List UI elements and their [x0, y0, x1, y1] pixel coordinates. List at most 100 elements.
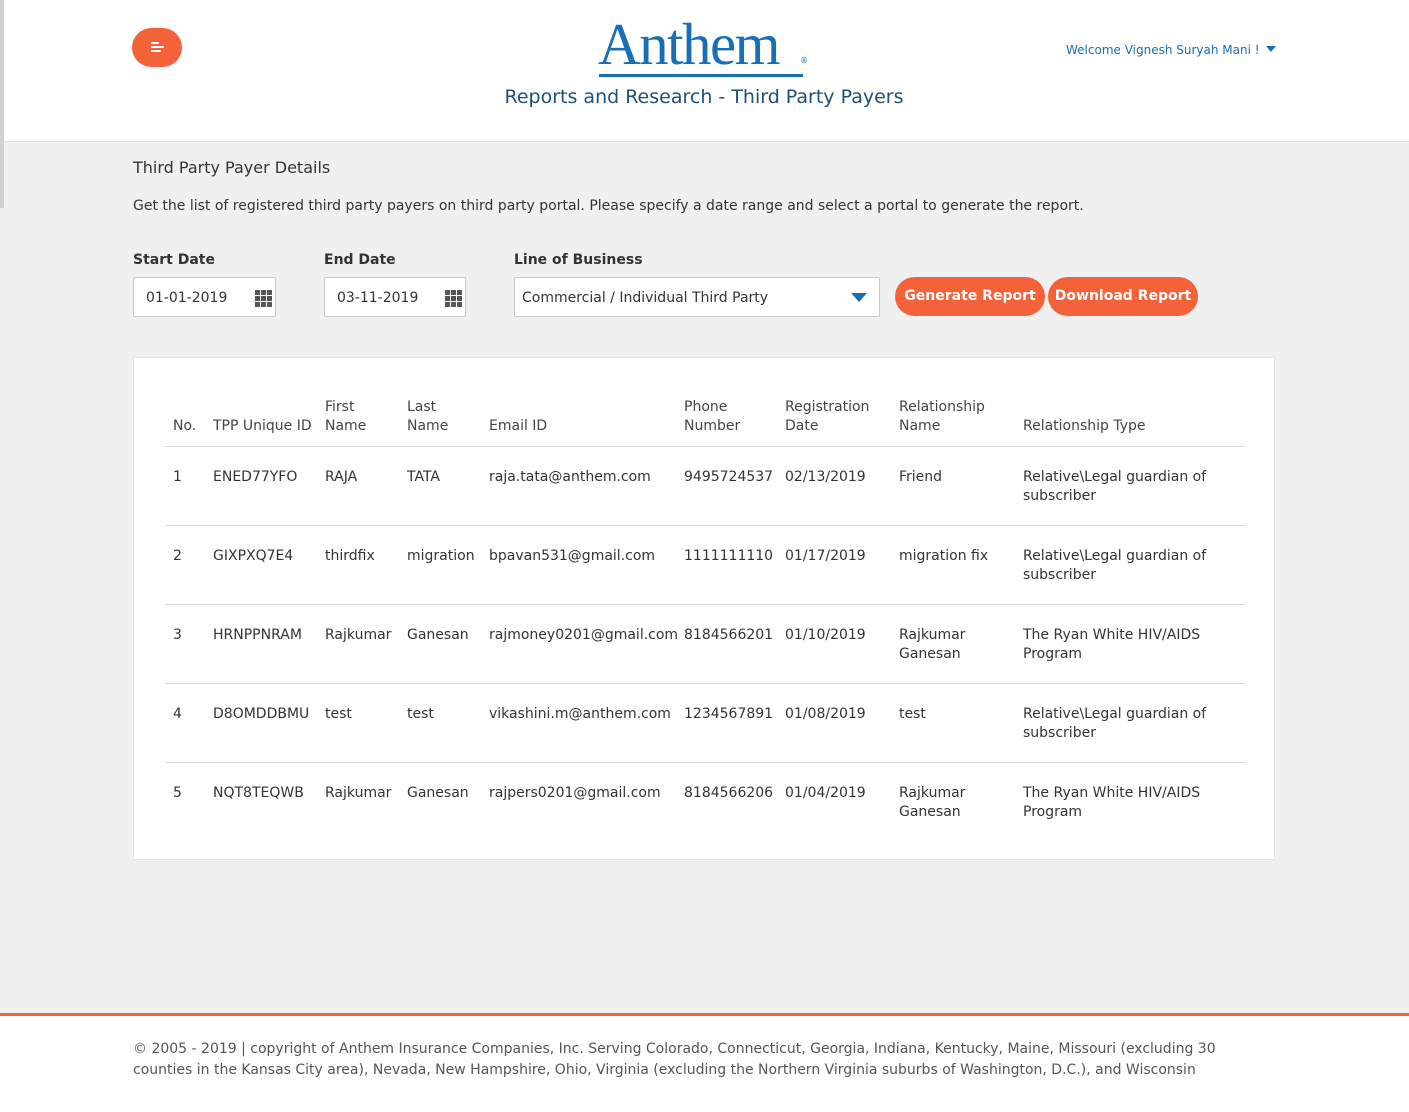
cell-rel-type-line-1: Relative\Legal guardian of — [1023, 469, 1207, 485]
section-title: Third Party Payer Details — [133, 158, 331, 177]
cell-last-name: migration — [407, 548, 475, 564]
table-divider — [165, 604, 1245, 605]
report-table: No. TPP Unique ID First Name Last Name Email I… — [133, 357, 1275, 860]
cell-first-name: thirdfix — [325, 548, 375, 564]
table-divider — [165, 525, 1245, 526]
cell-rel-type-line-2: subscriber — [1023, 488, 1096, 504]
cell-rel-type-line-2: Program — [1023, 646, 1083, 662]
cell-first-name: Rajkumar — [325, 627, 392, 643]
table-header-first-name-line-2: Name — [325, 418, 367, 434]
table-header-rel-name-line-1: Relationship — [899, 399, 985, 415]
cell-email: bpavan531@gmail.com — [489, 548, 656, 564]
cell-rel-name-line-1: test — [899, 706, 926, 722]
table-header-phone-line-2: Number — [684, 418, 741, 434]
cell-no: 3 — [173, 627, 182, 643]
cell-rel-type-line-2: subscriber — [1023, 725, 1096, 741]
table-header-rel-type: Relationship Type — [1023, 418, 1146, 434]
cell-rel-name-line-1: Rajkumar — [899, 785, 966, 801]
cell-first-name: test — [325, 706, 352, 722]
cell-rel-type-line-2: subscriber — [1023, 567, 1096, 583]
calendar-grid-icon[interactable] — [445, 290, 462, 307]
user-menu[interactable]: Welcome Vignesh Suryah Mani ! — [1066, 43, 1276, 57]
welcome-text: Welcome Vignesh Suryah Mani ! — [1066, 43, 1260, 57]
left-edge-shadow — [0, 0, 4, 208]
cell-tpp-id: NQT8TEQWB — [213, 785, 304, 801]
cell-no: 1 — [173, 469, 182, 485]
page-footer: © 2005 - 2019 | copyright of Anthem Insu… — [0, 1013, 1409, 1112]
start-date-input[interactable]: 01-01-2019 — [133, 277, 276, 317]
cell-tpp-id: ENED77YFO — [213, 469, 298, 485]
logo-wordmark: Anthem — [598, 11, 781, 77]
cell-reg-date: 01/10/2019 — [785, 627, 866, 643]
cell-last-name: TATA — [407, 469, 440, 485]
anthem-logo[interactable]: Anthem ® — [598, 12, 818, 82]
chevron-down-icon — [851, 293, 867, 302]
table-header-last-name-line-2: Name — [407, 418, 449, 434]
end-date-input[interactable]: 03-11-2019 — [324, 277, 466, 317]
cell-rel-type-line-1: The Ryan White HIV/AIDS — [1023, 785, 1201, 801]
cell-last-name: test — [407, 706, 434, 722]
table-header-last-name-line-1: Last — [407, 399, 437, 415]
cell-email: vikashini.m@anthem.com — [489, 706, 671, 722]
report-description: Get the list of registered third party p… — [133, 198, 1084, 214]
cell-reg-date: 01/08/2019 — [785, 706, 866, 722]
cell-last-name: Ganesan — [407, 785, 469, 801]
cell-tpp-id: D8OMDDBMU — [213, 706, 310, 722]
cell-rel-name-line-1: migration fix — [899, 548, 989, 564]
menu-icon-line — [151, 46, 164, 48]
cell-rel-type-line-1: Relative\Legal guardian of — [1023, 548, 1207, 564]
page-title: Reports and Research - Third Party Payer… — [504, 86, 904, 108]
cell-tpp-id: HRNPPNRAM — [213, 627, 302, 643]
cell-rel-type-line-1: The Ryan White HIV/AIDS — [1023, 627, 1201, 643]
cell-rel-name-line-2: Ganesan — [899, 804, 961, 820]
cell-phone: 8184566206 — [684, 785, 774, 801]
cell-no: 4 — [173, 706, 182, 722]
calendar-grid-icon[interactable] — [255, 290, 272, 307]
table-header-rel-name-line-2: Name — [899, 418, 941, 434]
cell-tpp-id: GIXPXQ7E4 — [213, 548, 294, 564]
menu-button[interactable] — [132, 28, 182, 67]
cell-no: 2 — [173, 548, 182, 564]
generate-report-button[interactable]: Generate Report — [895, 277, 1045, 316]
cell-phone: 8184566201 — [684, 627, 774, 643]
cell-phone: 1111111110 — [684, 548, 774, 564]
table-header-no: No. — [173, 418, 197, 434]
cell-rel-name-line-1: Rajkumar — [899, 627, 966, 643]
line-of-business-label: Line of Business — [514, 252, 643, 268]
cell-rel-type-line-2: Program — [1023, 804, 1083, 820]
cell-rel-name-line-2: Ganesan — [899, 646, 961, 662]
registered-mark: ® — [800, 56, 808, 65]
table-header-email: Email ID — [489, 418, 548, 434]
table-header-reg-date-line-2: Date — [785, 418, 819, 434]
cell-email: raja.tata@anthem.com — [489, 469, 651, 485]
cell-phone: 1234567891 — [684, 706, 774, 722]
download-report-button[interactable]: Download Report — [1048, 277, 1198, 316]
end-date-label: End Date — [324, 252, 396, 268]
table-header-phone-line-1: Phone — [684, 399, 728, 415]
menu-icon-line — [151, 50, 161, 52]
cell-phone: 9495724537 — [684, 469, 774, 485]
start-date-value: 01-01-2019 — [146, 290, 228, 306]
page-header: Anthem ® Reports and Research - Third Pa… — [0, 0, 1409, 142]
cell-first-name: RAJA — [325, 469, 358, 485]
cell-rel-type-line-1: Relative\Legal guardian of — [1023, 706, 1207, 722]
cell-email: rajpers0201@gmail.com — [489, 785, 661, 801]
cell-reg-date: 01/17/2019 — [785, 548, 866, 564]
table-divider — [165, 762, 1245, 763]
caret-down-icon — [1265, 46, 1276, 52]
end-date-value: 03-11-2019 — [337, 290, 419, 306]
cell-first-name: Rajkumar — [325, 785, 392, 801]
menu-icon — [151, 42, 159, 44]
table-divider — [165, 683, 1245, 684]
cell-no: 5 — [173, 785, 182, 801]
table-divider — [165, 446, 1245, 447]
table-header-first-name-line-1: First — [325, 399, 355, 415]
logo-underline — [599, 74, 803, 77]
cell-email: rajmoney0201@gmail.com — [489, 627, 679, 643]
cell-reg-date: 02/13/2019 — [785, 469, 866, 485]
line-of-business-value: Commercial / Individual Third Party — [522, 290, 769, 306]
cell-rel-name-line-1: Friend — [899, 469, 943, 485]
table-header-tpp-id: TPP Unique ID — [213, 418, 312, 434]
table-header-reg-date-line-1: Registration — [785, 399, 870, 415]
line-of-business-select[interactable]: Commercial / Individual Third Party — [514, 277, 880, 317]
